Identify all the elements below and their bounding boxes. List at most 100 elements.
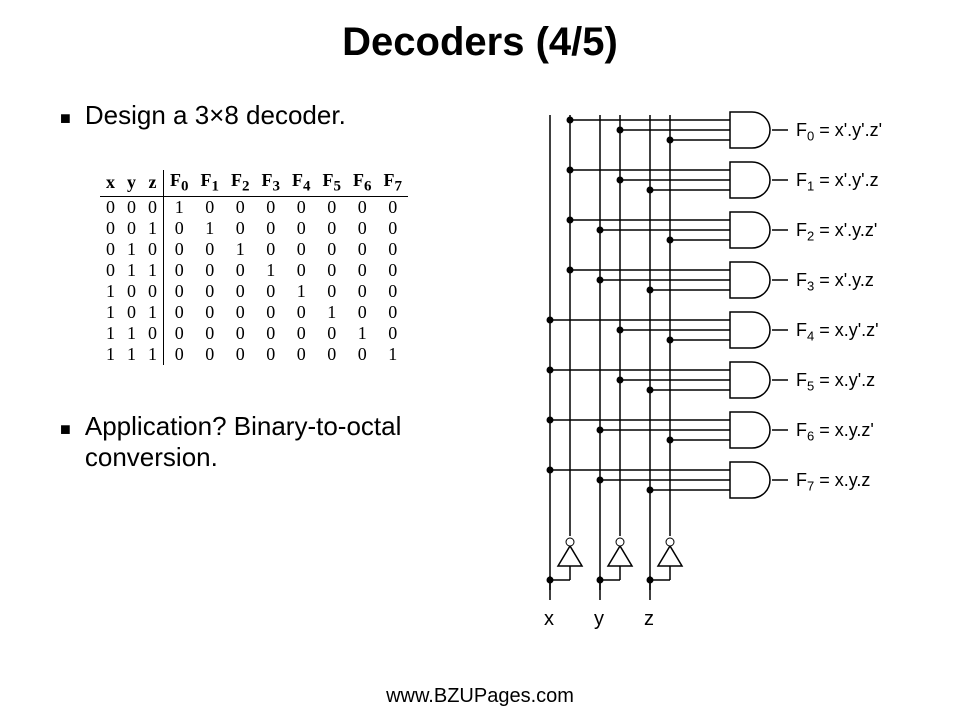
cell: 0 [195,344,226,365]
footer-url: www.BZUPages.com [0,685,960,708]
cell: 1 [142,344,164,365]
cell: 0 [317,344,348,365]
cell: 1 [195,218,226,239]
cell: 0 [164,239,195,260]
cell: 0 [317,239,348,260]
cell: 0 [100,239,121,260]
cell: 0 [195,281,226,302]
cell: 0 [195,323,226,344]
cell: 1 [225,239,256,260]
cell: 0 [256,344,287,365]
cell: 0 [378,281,409,302]
output-label-f0: F0 = x'.y'.z' [796,120,882,144]
cell: 0 [121,218,142,239]
input-label-y: y [594,608,604,631]
cell: 0 [256,196,287,218]
bullet-1-text: Design a 3×8 decoder. [85,100,346,131]
cell: 0 [142,196,164,218]
cell: 0 [121,302,142,323]
cell: 0 [225,218,256,239]
cell: 1 [100,323,121,344]
th-F6: F6 [347,170,378,196]
cell: 0 [347,344,378,365]
cell: 0 [121,281,142,302]
th-z: z [142,170,164,196]
cell: 0 [256,239,287,260]
cell: 0 [347,239,378,260]
th-F5: F5 [317,170,348,196]
cell: 1 [378,344,409,365]
cell: 0 [100,196,121,218]
cell: 0 [286,196,317,218]
logic-svg [530,110,950,670]
th-F2: F2 [225,170,256,196]
cell: 0 [225,302,256,323]
cell: 0 [195,239,226,260]
th-y: y [121,170,142,196]
cell: 0 [142,281,164,302]
cell: 1 [100,302,121,323]
cell: 0 [225,260,256,281]
square-bullet-icon: ■ [60,419,71,440]
cell: 1 [100,344,121,365]
cell: 0 [256,218,287,239]
cell: 0 [347,302,378,323]
cell: 0 [164,323,195,344]
th-x: x [100,170,121,196]
output-label-f4: F4 = x.y'.z' [796,320,879,344]
cell: 0 [286,218,317,239]
cell: 1 [121,323,142,344]
cell: 0 [347,260,378,281]
cell: 0 [100,260,121,281]
bullet-2-text: Application? Binary-to-octal conversion. [85,411,480,473]
cell: 0 [378,260,409,281]
cell: 0 [164,260,195,281]
slide: Decoders (4/5) ■ Design a 3×8 decoder. ■… [0,0,960,720]
cell: 0 [286,323,317,344]
cell: 0 [256,302,287,323]
cell: 1 [142,302,164,323]
cell: 0 [195,260,226,281]
cell: 1 [317,302,348,323]
th-F0: F0 [164,170,195,196]
cell: 0 [317,281,348,302]
bullet-2: ■ Application? Binary-to-octal conversio… [60,411,480,473]
cell: 0 [317,218,348,239]
cell: 0 [347,196,378,218]
cell: 1 [164,196,195,218]
output-label-f3: F3 = x'.y.z [796,270,874,294]
cell: 1 [100,281,121,302]
cell: 0 [256,323,287,344]
cell: 0 [317,196,348,218]
cell: 1 [256,260,287,281]
cell: 0 [225,196,256,218]
cell: 0 [286,302,317,323]
cell: 1 [121,260,142,281]
input-label-z: z [644,608,654,631]
cell: 0 [317,260,348,281]
th-F1: F1 [195,170,226,196]
th-F4: F4 [286,170,317,196]
cell: 0 [225,344,256,365]
cell: 0 [378,239,409,260]
bullet-1: ■ Design a 3×8 decoder. [60,100,480,131]
cell: 0 [225,323,256,344]
cell: 0 [378,302,409,323]
th-F3: F3 [256,170,287,196]
cell: 0 [286,344,317,365]
output-label-f5: F5 = x.y'.z [796,370,875,394]
cell: 1 [142,260,164,281]
cell: 1 [121,344,142,365]
truth-table: xyzF0F1F2F3F4F5F6F7000100000000010100000… [100,170,408,365]
logic-diagram: F0 = x'.y'.z'F1 = x'.y'.zF2 = x'.y.z'F3 … [530,110,950,670]
cell: 0 [347,218,378,239]
cell: 0 [286,260,317,281]
cell: 0 [121,196,142,218]
cell: 0 [142,239,164,260]
cell: 0 [317,323,348,344]
cell: 0 [378,196,409,218]
cell: 0 [256,281,287,302]
cell: 0 [164,344,195,365]
cell: 0 [100,218,121,239]
cell: 1 [121,239,142,260]
